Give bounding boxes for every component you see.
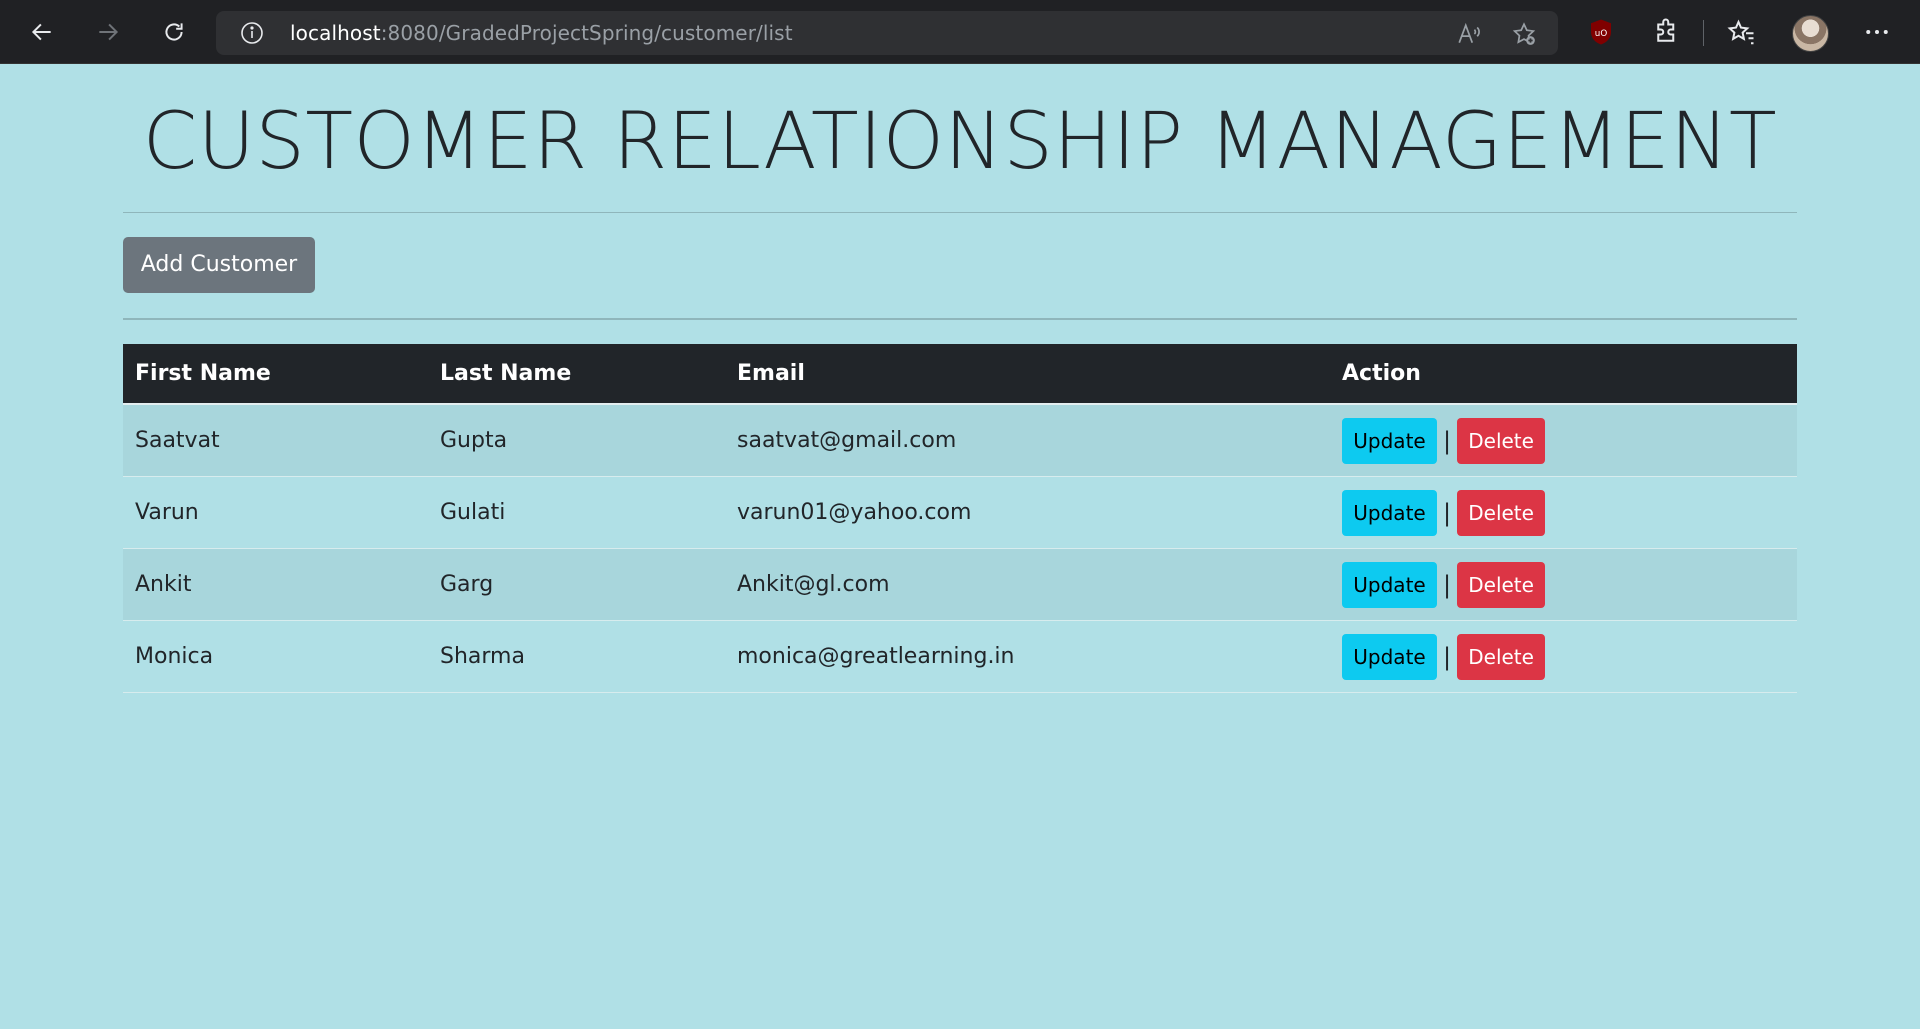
- cell-first-name: Ankit: [123, 548, 428, 621]
- cell-first-name: Varun: [123, 476, 428, 549]
- forward-button[interactable]: [88, 12, 128, 52]
- read-aloud-icon[interactable]: [1456, 21, 1482, 47]
- divider-top: [123, 212, 1797, 213]
- header-email: Email: [725, 344, 1330, 405]
- refresh-button[interactable]: [154, 12, 194, 52]
- more-icon[interactable]: [1862, 17, 1892, 47]
- add-customer-button[interactable]: Add Customer: [123, 237, 315, 293]
- info-icon[interactable]: [240, 21, 264, 45]
- update-button[interactable]: Update: [1342, 561, 1437, 608]
- table-header-row: First Name Last Name Email Action: [123, 344, 1797, 405]
- action-separator: |: [1443, 498, 1452, 527]
- divider-bottom: [123, 318, 1797, 320]
- cell-action: Update | Delete: [1330, 620, 1797, 693]
- back-button[interactable]: [22, 12, 62, 52]
- add-favorite-icon[interactable]: [1511, 21, 1537, 47]
- cell-email: Ankit@gl.com: [725, 548, 1330, 621]
- cell-last-name: Gupta: [428, 404, 725, 477]
- update-button[interactable]: Update: [1342, 633, 1437, 680]
- header-first-name: First Name: [123, 344, 428, 405]
- url-text[interactable]: localhost:8080/GradedProjectSpring/custo…: [290, 21, 793, 45]
- action-separator: |: [1443, 642, 1452, 671]
- browser-toolbar: localhost:8080/GradedProjectSpring/custo…: [0, 0, 1920, 64]
- cell-last-name: Sharma: [428, 620, 725, 693]
- cell-last-name: Gulati: [428, 476, 725, 549]
- page-title: CUSTOMER RELATIONSHIP MANAGEMENT: [142, 97, 1778, 187]
- cell-action: Update | Delete: [1330, 404, 1797, 477]
- profile-avatar[interactable]: [1792, 15, 1829, 52]
- header-action: Action: [1330, 344, 1797, 405]
- refresh-icon: [165, 23, 183, 41]
- header-last-name: Last Name: [428, 344, 725, 405]
- cell-email: monica@greatlearning.in: [725, 620, 1330, 693]
- action-separator: |: [1443, 426, 1452, 455]
- cell-last-name: Garg: [428, 548, 725, 621]
- delete-button[interactable]: Delete: [1457, 417, 1546, 464]
- address-bar[interactable]: localhost:8080/GradedProjectSpring/custo…: [216, 11, 1558, 55]
- back-arrow-icon: [31, 23, 51, 41]
- customer-table: First Name Last Name Email Action Saatva…: [123, 344, 1797, 693]
- table-row: Varun Gulati varun01@yahoo.com Update | …: [123, 476, 1797, 549]
- table-row: Ankit Garg Ankit@gl.com Update | Delete: [123, 548, 1797, 621]
- update-button[interactable]: Update: [1342, 489, 1437, 536]
- cell-first-name: Saatvat: [123, 404, 428, 477]
- delete-button[interactable]: Delete: [1457, 633, 1546, 680]
- svg-text:uO: uO: [1595, 29, 1608, 39]
- table-row: Monica Sharma monica@greatlearning.in Up…: [123, 620, 1797, 693]
- cell-email: varun01@yahoo.com: [725, 476, 1330, 549]
- update-button[interactable]: Update: [1342, 417, 1437, 464]
- url-path: :8080/GradedProjectSpring/customer/list: [380, 21, 793, 45]
- forward-arrow-icon: [99, 23, 119, 41]
- cell-action: Update | Delete: [1330, 548, 1797, 621]
- favorites-icon[interactable]: [1726, 17, 1756, 47]
- cell-email: saatvat@gmail.com: [725, 404, 1330, 477]
- table-row: Saatvat Gupta saatvat@gmail.com Update |…: [123, 404, 1797, 477]
- action-separator: |: [1443, 570, 1452, 599]
- delete-button[interactable]: Delete: [1457, 489, 1546, 536]
- ublock-icon[interactable]: uO: [1586, 17, 1616, 47]
- extensions-icon[interactable]: [1652, 17, 1682, 47]
- cell-action: Update | Delete: [1330, 476, 1797, 549]
- cell-first-name: Monica: [123, 620, 428, 693]
- url-host: localhost: [290, 21, 381, 45]
- delete-button[interactable]: Delete: [1457, 561, 1546, 608]
- toolbar-separator: [1703, 20, 1704, 46]
